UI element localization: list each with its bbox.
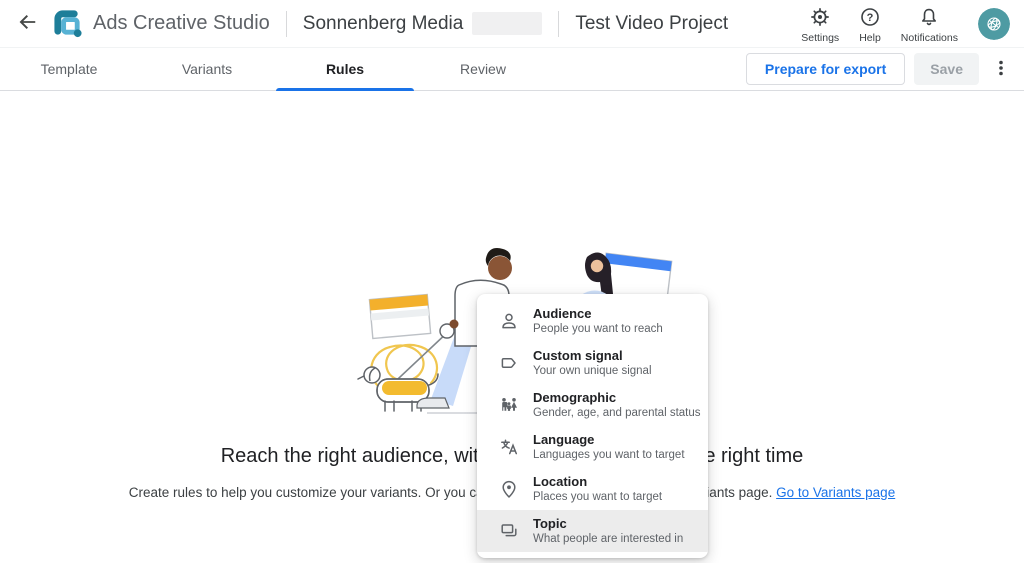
svg-text:?: ?	[867, 12, 874, 24]
menu-item-title: Topic	[533, 516, 683, 532]
menu-item-subtitle: Your own unique signal	[533, 364, 652, 379]
redacted-text-block	[472, 12, 542, 35]
save-button[interactable]: Save	[914, 53, 979, 85]
bell-icon	[919, 7, 939, 30]
back-button[interactable]	[14, 11, 40, 37]
menu-item-subtitle: Places you want to target	[533, 490, 662, 505]
header-divider	[558, 11, 559, 37]
menu-item-location[interactable]: Location Places you want to target	[477, 468, 708, 510]
app-title: Ads Creative Studio	[93, 12, 270, 35]
menu-item-subtitle: Gender, age, and parental status	[533, 406, 694, 421]
location-pin-icon	[499, 479, 519, 499]
rule-type-menu: Audience People you want to reach Custom…	[477, 294, 708, 558]
kebab-icon	[992, 59, 1010, 80]
more-options-button[interactable]	[988, 53, 1014, 85]
prepare-for-export-button[interactable]: Prepare for export	[746, 53, 905, 85]
menu-item-title: Location	[533, 474, 662, 490]
notifications-button[interactable]: Notifications	[901, 7, 958, 44]
person-icon	[499, 311, 519, 331]
tab-rules[interactable]: Rules	[276, 48, 414, 90]
family-icon	[499, 395, 519, 415]
tab-variants[interactable]: Variants	[138, 48, 276, 90]
menu-item-subtitle: People you want to reach	[533, 322, 663, 337]
notifications-label: Notifications	[901, 32, 958, 44]
menu-item-custom-signal[interactable]: Custom signal Your own unique signal	[477, 342, 708, 384]
menu-item-title: Custom signal	[533, 348, 652, 364]
tabbar-actions: Prepare for export Save	[746, 48, 1024, 90]
label-icon	[499, 353, 519, 373]
menu-item-title: Language	[533, 432, 685, 448]
help-button[interactable]: ? Help	[859, 7, 881, 44]
go-to-variants-link[interactable]: Go to Variants page	[776, 485, 895, 500]
settings-button[interactable]: Settings	[801, 7, 839, 44]
chat-icon	[499, 521, 519, 541]
menu-item-title: Audience	[533, 306, 663, 322]
arrow-left-icon	[16, 11, 38, 36]
tab-template[interactable]: Template	[0, 48, 138, 90]
translate-icon	[499, 437, 519, 457]
header-actions: Settings ? Help	[801, 3, 1024, 44]
help-icon: ?	[860, 7, 880, 30]
project-title: Test Video Project	[575, 13, 728, 35]
account-name: Sonnenberg Media	[303, 13, 464, 35]
tab-review[interactable]: Review	[414, 48, 552, 90]
tabs: Template Variants Rules Review	[0, 48, 552, 90]
help-label: Help	[859, 32, 881, 44]
header-divider	[286, 11, 287, 37]
menu-item-language[interactable]: Language Languages you want to target	[477, 426, 708, 468]
menu-item-title: Demographic	[533, 390, 694, 406]
menu-item-subtitle: Languages you want to target	[533, 448, 685, 463]
menu-item-demographic[interactable]: Demographic Gender, age, and parental st…	[477, 384, 708, 426]
ads-creative-studio-logo-icon	[52, 8, 83, 39]
menu-item-subtitle: What people are interested in	[533, 532, 683, 547]
project-tabbar: Template Variants Rules Review Prepare f…	[0, 48, 1024, 91]
avatar[interactable]	[978, 8, 1010, 40]
settings-label: Settings	[801, 32, 839, 44]
menu-item-topic[interactable]: Topic What people are interested in	[477, 510, 708, 552]
menu-item-audience[interactable]: Audience People you want to reach	[477, 300, 708, 342]
app-header: Ads Creative Studio Sonnenberg Media Tes…	[0, 0, 1024, 48]
gear-icon	[810, 7, 830, 30]
ads-creative-studio-app: Ads Creative Studio Sonnenberg Media Tes…	[0, 0, 1024, 563]
